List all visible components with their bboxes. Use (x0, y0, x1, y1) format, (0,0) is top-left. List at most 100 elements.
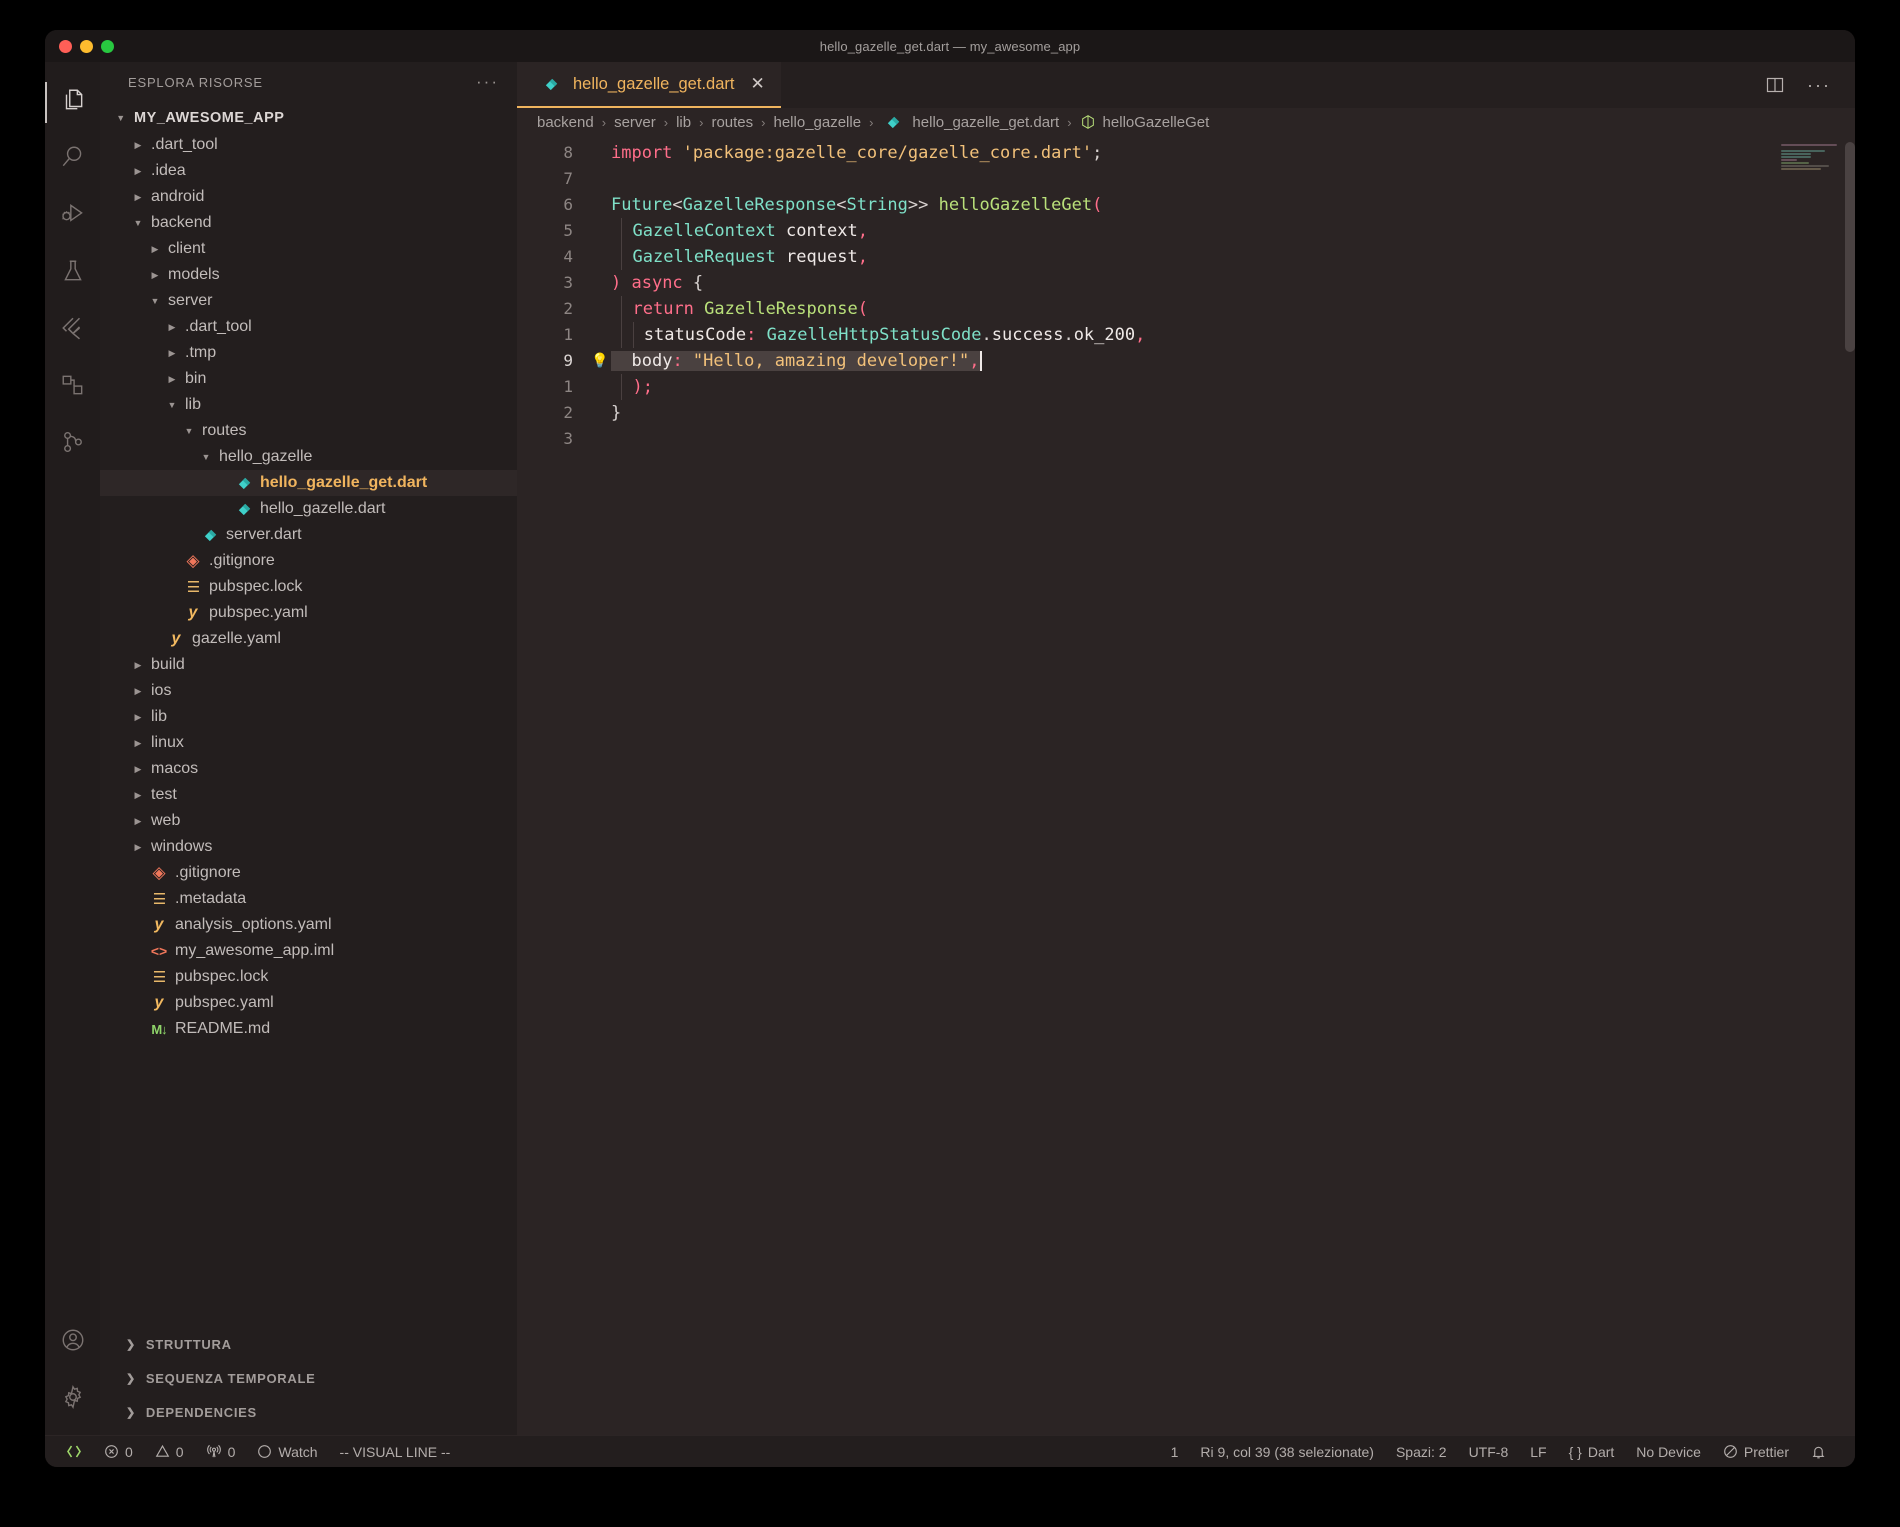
status-eol[interactable]: LF (1519, 1436, 1557, 1467)
chevron-right-icon[interactable]: ▶ (163, 322, 181, 332)
tree-item[interactable]: ▶ lib (100, 704, 517, 730)
tree-item[interactable]: ▶ test (100, 782, 517, 808)
tree-item[interactable]: <> my_awesome_app.iml (100, 938, 517, 964)
status-language-mode[interactable]: { } Dart (1558, 1436, 1626, 1467)
tree-item[interactable]: ▶ models (100, 262, 517, 288)
status-formatter-prettier[interactable]: Prettier (1712, 1436, 1800, 1467)
chevron-right-icon[interactable]: ▶ (129, 166, 147, 176)
tree-item[interactable]: y pubspec.yaml (100, 600, 517, 626)
breadcrumb-item[interactable]: routes (711, 114, 753, 131)
chevron-right-icon[interactable]: ▶ (129, 660, 147, 670)
tree-item[interactable]: ▼ routes (100, 418, 517, 444)
chevron-right-icon[interactable]: ▶ (129, 686, 147, 696)
chevron-right-icon[interactable]: ▶ (129, 738, 147, 748)
tree-item[interactable]: y gazelle.yaml (100, 626, 517, 652)
status-indentation[interactable]: Spazi: 2 (1385, 1436, 1458, 1467)
file-tree[interactable]: ▼ MY_AWESOME_APP ▶ .dart_tool ▶ .idea ▶ android… (100, 102, 517, 1327)
breadcrumb-item[interactable]: lib (676, 114, 691, 131)
tree-item[interactable]: ◈ .gitignore (100, 548, 517, 574)
sidebar-more-actions-icon[interactable]: ··· (476, 73, 499, 90)
tree-item[interactable]: ☰ pubspec.lock (100, 574, 517, 600)
window-controls[interactable] (45, 39, 114, 53)
breadcrumb[interactable]: backend › server › lib › routes › hello_gazelle ›… (517, 108, 1855, 136)
breadcrumb-item[interactable]: hello_gazelle_get.dart (881, 114, 1059, 131)
tree-item[interactable]: ▼ server (100, 288, 517, 314)
activity-item-search[interactable] (45, 131, 100, 188)
chevron-right-icon[interactable]: ▶ (129, 842, 147, 852)
chevron-right-icon[interactable]: ▶ (129, 764, 147, 774)
tree-item[interactable]: ▼ backend (100, 210, 517, 236)
status-editor-count[interactable]: 1 (1160, 1436, 1190, 1467)
close-window-button[interactable] (59, 39, 72, 53)
split-editor-icon[interactable] (1765, 75, 1785, 95)
sidebar-panel-sequenza-temporale[interactable]: ❯ SEQUENZA TEMPORALE (100, 1361, 517, 1395)
tree-item[interactable]: ▼ MY_AWESOME_APP (100, 104, 517, 132)
close-icon[interactable]: ✕ (750, 74, 764, 94)
minimize-window-button[interactable] (80, 39, 93, 53)
activity-item-run-and-debug[interactable] (45, 188, 100, 245)
chevron-right-icon[interactable]: ▶ (163, 348, 181, 358)
chevron-right-icon[interactable]: ▶ (146, 270, 164, 280)
tree-item[interactable]: ▶ .dart_tool (100, 314, 517, 340)
tree-item[interactable]: ▶ android (100, 184, 517, 210)
status-notifications[interactable] (1800, 1436, 1837, 1467)
tree-item[interactable]: ▶ ios (100, 678, 517, 704)
tree-item[interactable]: ☰ pubspec.lock (100, 964, 517, 990)
activity-item-extensions[interactable] (45, 359, 100, 416)
chevron-down-icon[interactable]: ▼ (146, 296, 164, 306)
breadcrumb-item[interactable]: hello_gazelle (774, 114, 862, 131)
chevron-down-icon[interactable]: ▼ (163, 400, 181, 410)
tree-item[interactable]: ▶ bin (100, 366, 517, 392)
tree-item[interactable]: ◈ .gitignore (100, 860, 517, 886)
chevron-right-icon[interactable]: ▶ (129, 816, 147, 826)
activity-item-testing[interactable] (45, 245, 100, 302)
tab-hello-gazelle-get-dart[interactable]: hello_gazelle_get.dart ✕ (517, 62, 781, 108)
tree-item[interactable]: ▶ .dart_tool (100, 132, 517, 158)
chevron-down-icon[interactable]: ▼ (129, 218, 147, 228)
status-encoding[interactable]: UTF-8 (1458, 1436, 1520, 1467)
tree-item[interactable]: y pubspec.yaml (100, 990, 517, 1016)
status-remote-window[interactable] (55, 1436, 93, 1467)
tree-item[interactable]: hello_gazelle.dart (100, 496, 517, 522)
chevron-down-icon[interactable]: ▼ (197, 452, 215, 462)
tree-item[interactable]: ▼ lib (100, 392, 517, 418)
quick-fix-bulb-icon[interactable]: 💡 (589, 348, 611, 374)
code-editor[interactable]: 8 import 'package:gazelle_core/gazelle_c… (517, 136, 1855, 1435)
maximize-window-button[interactable] (101, 39, 114, 53)
activity-item-flutter[interactable] (45, 302, 100, 359)
tree-item[interactable]: ▶ windows (100, 834, 517, 860)
editor-scrollbar[interactable] (1845, 142, 1855, 352)
status-problems-errors[interactable]: 0 (93, 1436, 144, 1467)
tree-item[interactable]: ▶ macos (100, 756, 517, 782)
activity-item-manage[interactable] (45, 1378, 100, 1435)
tree-item[interactable]: server.dart (100, 522, 517, 548)
tree-item[interactable]: M↓ README.md (100, 1016, 517, 1042)
chevron-down-icon[interactable]: ▼ (180, 426, 198, 436)
breadcrumb-item[interactable]: backend (537, 114, 594, 131)
tree-item[interactable]: ▶ client (100, 236, 517, 262)
status-device[interactable]: No Device (1625, 1436, 1712, 1467)
tree-item[interactable]: ☰ .metadata (100, 886, 517, 912)
sidebar-panel-struttura[interactable]: ❯ STRUTTURA (100, 1327, 517, 1361)
tree-item[interactable]: ▶ linux (100, 730, 517, 756)
editor-more-actions-icon[interactable]: ··· (1807, 76, 1831, 94)
tree-item-selected[interactable]: hello_gazelle_get.dart (100, 470, 517, 496)
chevron-right-icon[interactable]: ▶ (129, 192, 147, 202)
tree-item[interactable]: ▶ build (100, 652, 517, 678)
activity-item-accounts[interactable] (45, 1321, 100, 1378)
tree-item[interactable]: ▶ .tmp (100, 340, 517, 366)
chevron-right-icon[interactable]: ▶ (129, 140, 147, 150)
chevron-right-icon[interactable]: ▶ (129, 712, 147, 722)
chevron-down-icon[interactable]: ▼ (112, 113, 130, 123)
tree-item[interactable]: ▶ web (100, 808, 517, 834)
sidebar-panel-dependencies[interactable]: ❯ DEPENDENCIES (100, 1395, 517, 1429)
chevron-right-icon[interactable]: ▶ (146, 244, 164, 254)
activity-item-source-control[interactable] (45, 416, 100, 473)
breadcrumb-item[interactable]: server (614, 114, 656, 131)
code-content[interactable]: 8 import 'package:gazelle_core/gazelle_c… (517, 136, 1855, 452)
status-ports[interactable]: 0 (195, 1436, 247, 1467)
breadcrumb-item[interactable]: helloGazelleGet (1080, 114, 1209, 131)
activity-item-explorer[interactable] (45, 74, 100, 131)
minimap[interactable] (1781, 144, 1839, 170)
tree-item[interactable]: ▶ .idea (100, 158, 517, 184)
